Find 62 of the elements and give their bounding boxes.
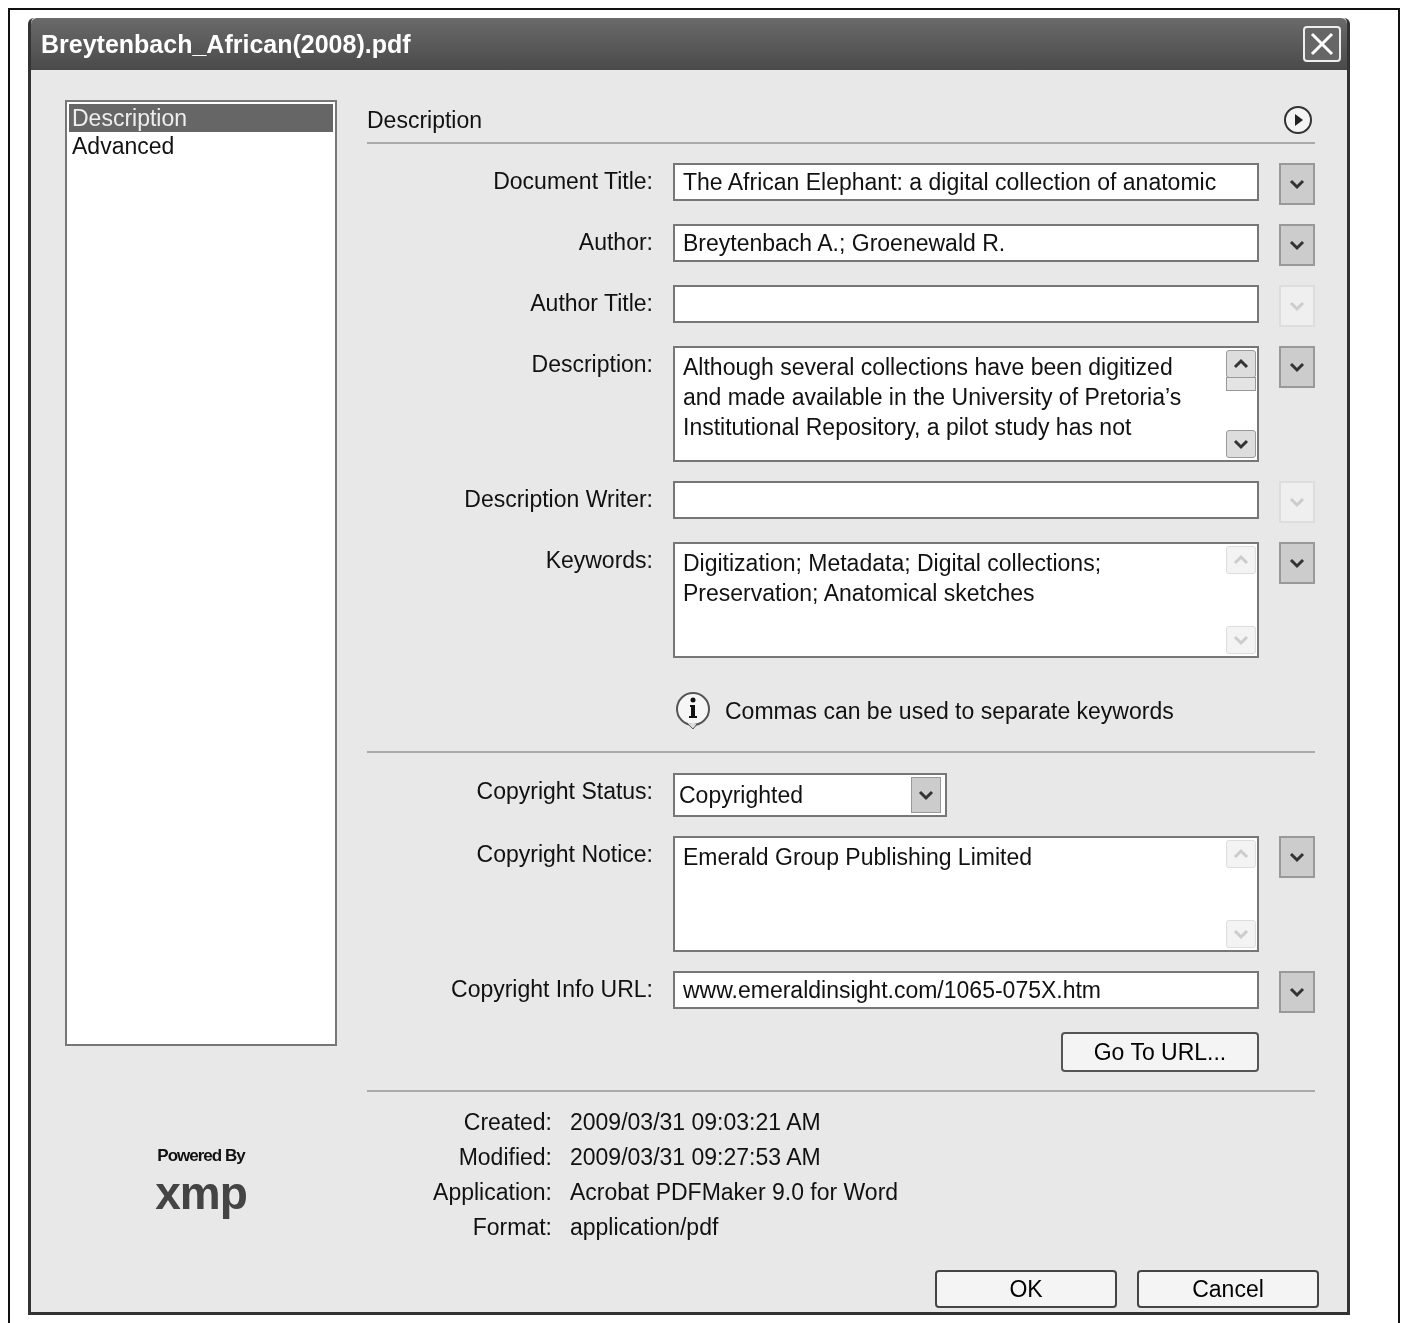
- info-value: application/pdf: [570, 1213, 720, 1242]
- chevron-down-icon: [1289, 239, 1305, 251]
- info-value: 2009/03/31 09:03:21 AM: [570, 1108, 822, 1137]
- chevron-down-icon: [1289, 178, 1305, 190]
- logo-caption: Powered By: [157, 1146, 245, 1166]
- field-label: Author Title:: [529, 289, 653, 318]
- category-item[interactable]: Description: [69, 104, 333, 132]
- dropdown-button[interactable]: [1279, 346, 1315, 388]
- info-label: Format:: [471, 1213, 552, 1242]
- dropdown-button[interactable]: [1279, 971, 1315, 1013]
- field-label: Copyright Status:: [475, 777, 653, 806]
- field-label: Keywords:: [544, 546, 653, 575]
- text-field[interactable]: [673, 481, 1259, 519]
- info-value: Acrobat PDFMaker 9.0 for Word: [570, 1178, 900, 1207]
- cancel-button[interactable]: Cancel: [1137, 1270, 1319, 1308]
- play-circle-icon[interactable]: [1283, 105, 1313, 135]
- chevron-down-icon: [1233, 438, 1249, 450]
- chevron-down-icon: [1289, 496, 1305, 508]
- field-label: Copyright Notice:: [475, 840, 653, 869]
- close-button[interactable]: [1303, 26, 1341, 62]
- info-label: Created:: [462, 1108, 552, 1137]
- text-field[interactable]: [673, 285, 1259, 323]
- close-icon: [1309, 31, 1335, 57]
- info-label: Application:: [432, 1178, 552, 1207]
- chevron-down-icon: [1289, 361, 1305, 373]
- scroll-up-button[interactable]: [1226, 350, 1256, 378]
- chevron-down-icon: [918, 789, 934, 801]
- scroll-down-button[interactable]: [1226, 430, 1256, 458]
- ok-button[interactable]: OK: [935, 1270, 1117, 1308]
- field-label: Document Title:: [492, 167, 653, 196]
- chevron-down-icon: [1289, 557, 1305, 569]
- field-label: Author:: [577, 228, 653, 257]
- dropdown-button[interactable]: [1279, 224, 1315, 266]
- scroll-thumb[interactable]: [1226, 377, 1256, 391]
- chevron-down-icon: [1233, 928, 1249, 940]
- chevron-up-icon: [1233, 554, 1249, 566]
- dropdown-button[interactable]: [1279, 542, 1315, 584]
- info-value: 2009/03/31 09:27:53 AM: [570, 1143, 822, 1172]
- field-label: Description Writer:: [463, 485, 653, 514]
- go-to-url-button[interactable]: Go To URL...: [1061, 1032, 1259, 1072]
- xmp-logo: xmp: [154, 1166, 248, 1220]
- field-label: Copyright Info URL:: [450, 975, 653, 1004]
- field-label: Description:: [530, 350, 653, 379]
- status-dropdown[interactable]: Copyrighted: [673, 773, 947, 817]
- section-heading: Description: [367, 106, 483, 134]
- dropdown-button[interactable]: [1279, 836, 1315, 878]
- info-icon: [673, 691, 713, 731]
- chevron-down-icon: [1289, 851, 1305, 863]
- hint-text: Commas can be used to separate keywords: [725, 697, 1174, 725]
- chevron-down-icon: [1289, 300, 1305, 312]
- info-label: Modified:: [457, 1143, 552, 1172]
- chevron-down-icon: [1289, 986, 1305, 998]
- chevron-up-icon: [1233, 358, 1249, 370]
- chevron-down-icon: [1233, 634, 1249, 646]
- window-title: Breytenbach_African(2008).pdf: [41, 29, 411, 59]
- dropdown-button[interactable]: [1279, 163, 1315, 205]
- chevron-up-icon: [1233, 848, 1249, 860]
- text-field[interactable]: Breytenbach A.; Groenewald R.: [673, 224, 1259, 262]
- category-item[interactable]: Advanced: [69, 132, 333, 160]
- text-area[interactable]: Although several collections have been digitized and made available in the University of Pretoria’s Institutional Repository, a pilot study has not: [673, 346, 1259, 462]
- text-field[interactable]: The African Elephant: a digital collection of anatomic: [673, 163, 1259, 201]
- text-field[interactable]: www.emeraldinsight.com/1065-075X.htm: [673, 971, 1259, 1009]
